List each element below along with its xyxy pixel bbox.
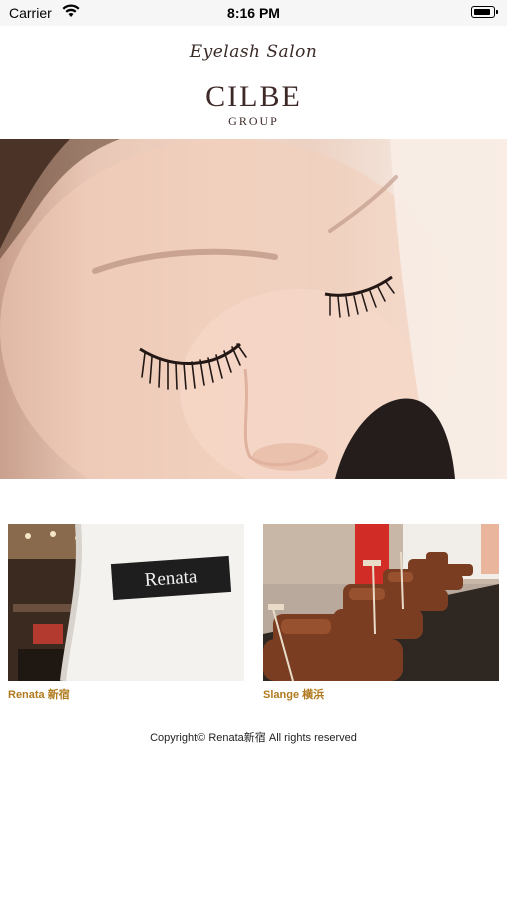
renata-sign-text: Renata [144, 566, 199, 591]
app-header: Eyelash Salon CILBE GROUP [0, 26, 507, 139]
salon-photo-renata[interactable]: Renata [8, 524, 244, 681]
salon-photo-slange[interactable] [263, 524, 499, 681]
salon-label-slange[interactable]: Slange 横浜 [263, 686, 499, 702]
status-bar: Carrier 8:16 PM [0, 0, 507, 26]
logo-group: GROUP [228, 114, 279, 128]
logo-brand: CILBE [205, 80, 302, 113]
copyright-text: Copyright© Renata新宿 All rights reserved [150, 732, 357, 744]
clock: 8:16 PM [227, 5, 280, 21]
salon-card-slange[interactable]: Slange 横浜 [263, 524, 499, 702]
salon-card-renata[interactable]: Renata Renata 新宿 [8, 524, 244, 702]
hero-carousel[interactable] [0, 139, 507, 479]
salon-label-renata[interactable]: Renata 新宿 [8, 686, 244, 702]
hero-image [0, 139, 507, 479]
logo-tagline: Eyelash Salon [189, 42, 318, 62]
battery-icon [471, 6, 498, 18]
